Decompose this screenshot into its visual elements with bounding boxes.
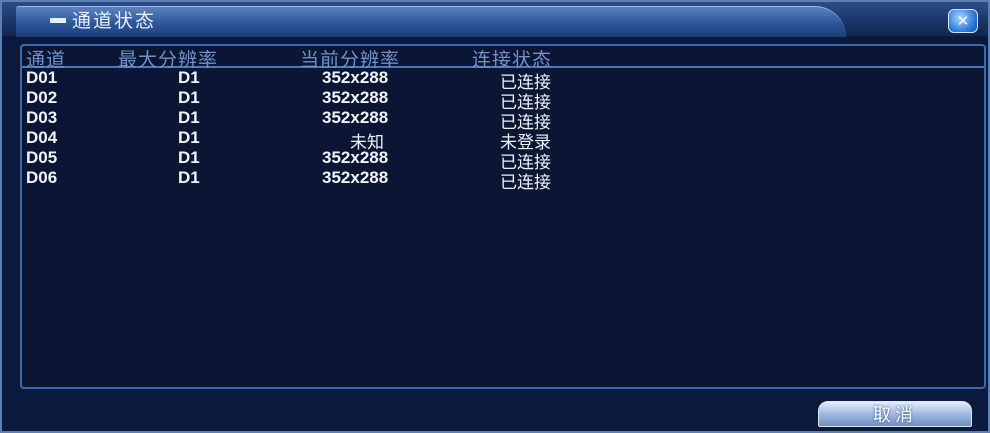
channel-cell: D01	[26, 68, 58, 87]
table-row[interactable]: D04 D1 未知 未登录	[22, 128, 984, 153]
close-icon: ✕	[956, 12, 970, 30]
dialog-title: 通道状态	[72, 10, 157, 32]
channel-cell: D05	[26, 148, 58, 167]
title-bar: 通道状态 ✕	[2, 2, 988, 37]
max-resolution-cell: D1	[178, 148, 200, 167]
channel-table: 通道 最大分辨率 当前分辨率 连接状态 D01 D1 352x288 已连接 D…	[20, 44, 986, 389]
channel-cell: D03	[26, 108, 58, 127]
channel-cell: D04	[26, 128, 58, 147]
channel-cell: D02	[26, 88, 58, 107]
cancel-button[interactable]: 取消	[818, 401, 972, 427]
max-resolution-cell: D1	[178, 128, 200, 147]
max-resolution-cell: D1	[178, 68, 200, 87]
max-resolution-cell: D1	[178, 168, 200, 187]
max-resolution-cell: D1	[178, 88, 200, 107]
table-row[interactable]: D01 D1 352x288 已连接	[22, 68, 984, 93]
current-resolution-cell: 352x288	[322, 88, 389, 107]
dialog-footer: 取消	[20, 389, 986, 433]
table-row[interactable]: D03 D1 352x288 已连接	[22, 108, 984, 133]
current-resolution-cell: 352x288	[322, 148, 389, 167]
table-row[interactable]: D05 D1 352x288 已连接	[22, 148, 984, 173]
max-resolution-cell: D1	[178, 108, 200, 127]
current-resolution-cell: 352x288	[322, 108, 389, 127]
current-resolution-cell: 352x288	[322, 168, 389, 187]
status-cell: 已连接	[500, 173, 551, 193]
channel-status-dialog: 通道状态 ✕ 通道 最大分辨率 当前分辨率 连接状态 D01 D1 352x28…	[0, 0, 990, 433]
title-bar-icon	[50, 18, 66, 23]
channel-cell: D06	[26, 168, 58, 187]
current-resolution-cell: 352x288	[322, 68, 389, 87]
table-header: 通道 最大分辨率 当前分辨率 连接状态	[22, 46, 984, 71]
close-button[interactable]: ✕	[948, 9, 978, 33]
table-row[interactable]: D06 D1 352x288 已连接	[22, 168, 984, 193]
table-row[interactable]: D02 D1 352x288 已连接	[22, 88, 984, 113]
